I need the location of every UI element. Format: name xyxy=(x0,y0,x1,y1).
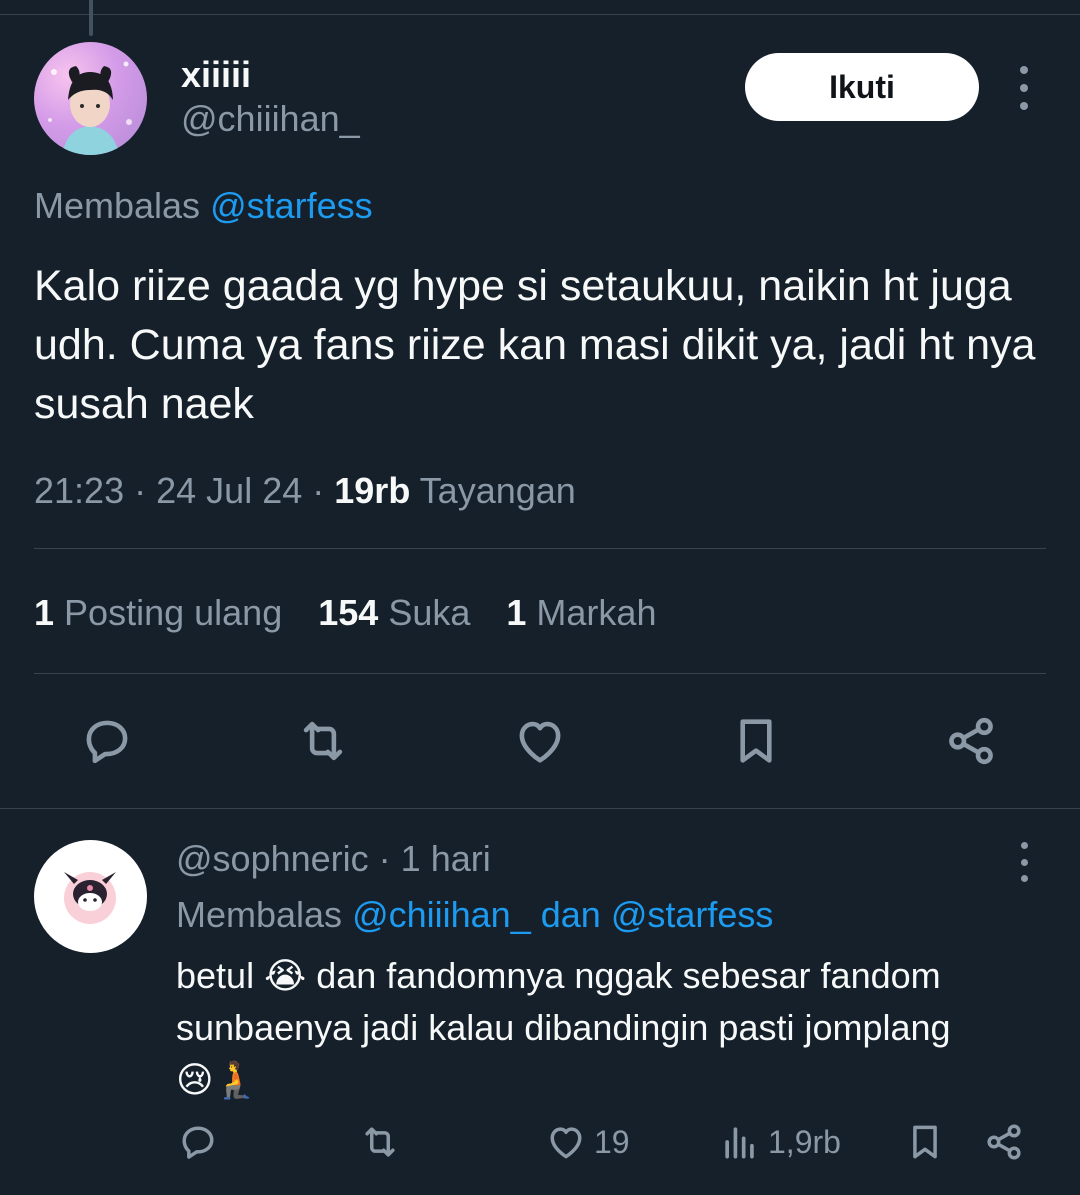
replying-to-label: Membalas xyxy=(176,894,343,935)
display-name[interactable]: xiiiii xyxy=(181,54,251,96)
like-icon xyxy=(550,1127,582,1159)
reposts-count: 1 xyxy=(34,592,55,633)
tweet-meta: 21:23 · 24 Jul 24 · 19rb Tayangan xyxy=(34,470,576,512)
reply-icon[interactable] xyxy=(78,712,136,770)
share-icon[interactable] xyxy=(942,712,1000,770)
separator-dot: · xyxy=(378,838,391,879)
repost-icon[interactable] xyxy=(294,712,352,770)
like-button[interactable]: 19 xyxy=(544,1120,630,1164)
tweet-date[interactable]: 24 Jul 24 xyxy=(156,470,302,511)
mention-connector: dan xyxy=(540,894,601,935)
views-icon xyxy=(725,1127,754,1159)
divider xyxy=(34,673,1046,674)
more-dot xyxy=(1020,66,1028,74)
user-handle[interactable]: @chiiihan_ xyxy=(181,98,360,140)
share-icon[interactable] xyxy=(982,1120,1026,1164)
divider xyxy=(0,808,1080,809)
avatar-illustration xyxy=(48,61,132,155)
views-count: 1,9rb xyxy=(768,1123,841,1160)
more-dot xyxy=(1020,875,1028,882)
reposts-stat[interactable]: 1 Posting ulang xyxy=(34,592,282,634)
more-dot xyxy=(1020,842,1028,849)
like-icon[interactable] xyxy=(511,712,569,770)
reposts-label: Posting ulang xyxy=(64,592,283,633)
separator-dot: · xyxy=(134,470,147,511)
more-icon[interactable] xyxy=(1008,842,1040,882)
tweet-time[interactable]: 21:23 xyxy=(34,470,124,511)
likes-label: Suka xyxy=(388,592,471,633)
replying-to: Membalas @chiiihan_ dan @starfess xyxy=(176,894,773,936)
engagement-stats: 1 Posting ulang 154 Suka 1 Markah xyxy=(34,592,656,634)
reply-text-part: betul xyxy=(176,955,255,996)
more-dot xyxy=(1020,858,1028,866)
reply-age[interactable]: 1 hari xyxy=(401,838,491,879)
views-label: Tayangan xyxy=(419,470,576,511)
likes-stat[interactable]: 154 Suka xyxy=(318,592,470,634)
mention-link[interactable]: @starfess xyxy=(210,185,373,226)
more-dot xyxy=(1020,102,1028,110)
reply-header: @sophneric · 1 hari xyxy=(176,838,491,880)
avatar[interactable] xyxy=(34,840,147,953)
views-button[interactable]: 1,9rb xyxy=(718,1120,841,1164)
bookmark-icon[interactable] xyxy=(727,712,785,770)
tweet-action-bar xyxy=(0,712,1080,772)
divider xyxy=(34,548,1046,549)
reply-user-handle[interactable]: @sophneric xyxy=(176,838,369,879)
bookmarks-stat[interactable]: 1 Markah xyxy=(506,592,656,634)
crying-emoji: 😭 xyxy=(264,955,307,996)
more-icon[interactable] xyxy=(1008,66,1040,110)
bookmark-icon[interactable] xyxy=(903,1120,947,1164)
thread-connector-line xyxy=(89,0,93,36)
reply-action-bar: 19 1,9rb xyxy=(0,1120,1080,1170)
views-count: 19rb xyxy=(334,470,411,511)
reply-icon[interactable] xyxy=(176,1120,220,1164)
replying-to-label: Membalas xyxy=(34,185,201,226)
separator-dot: · xyxy=(312,470,325,511)
sad-kneeling-emoji: 😢🧎 xyxy=(176,1059,259,1100)
bookmarks-label: Markah xyxy=(536,592,657,633)
repost-icon[interactable] xyxy=(358,1120,402,1164)
avatar[interactable] xyxy=(34,42,147,155)
more-dot xyxy=(1020,84,1028,92)
like-count: 19 xyxy=(594,1123,630,1160)
reply-text: betul 😭 dan fandomnya nggak sebesar fand… xyxy=(176,950,1056,1106)
mention-link[interactable]: @starfess xyxy=(611,894,774,935)
tweet-detail-page: xiiiii @chiiihan_ Ikuti Membalas @starfe… xyxy=(0,0,1080,1195)
kuromi-avatar-illustration xyxy=(64,872,116,924)
follow-button[interactable]: Ikuti xyxy=(745,53,979,121)
tweet-text: Kalo riize gaada yg hype si setaukuu, na… xyxy=(34,262,1036,428)
top-divider xyxy=(0,14,1080,15)
bookmarks-count: 1 xyxy=(506,592,527,633)
replying-to: Membalas @starfess xyxy=(34,185,373,227)
mention-link[interactable]: @chiiihan_ xyxy=(352,894,531,935)
likes-count: 154 xyxy=(318,592,379,633)
